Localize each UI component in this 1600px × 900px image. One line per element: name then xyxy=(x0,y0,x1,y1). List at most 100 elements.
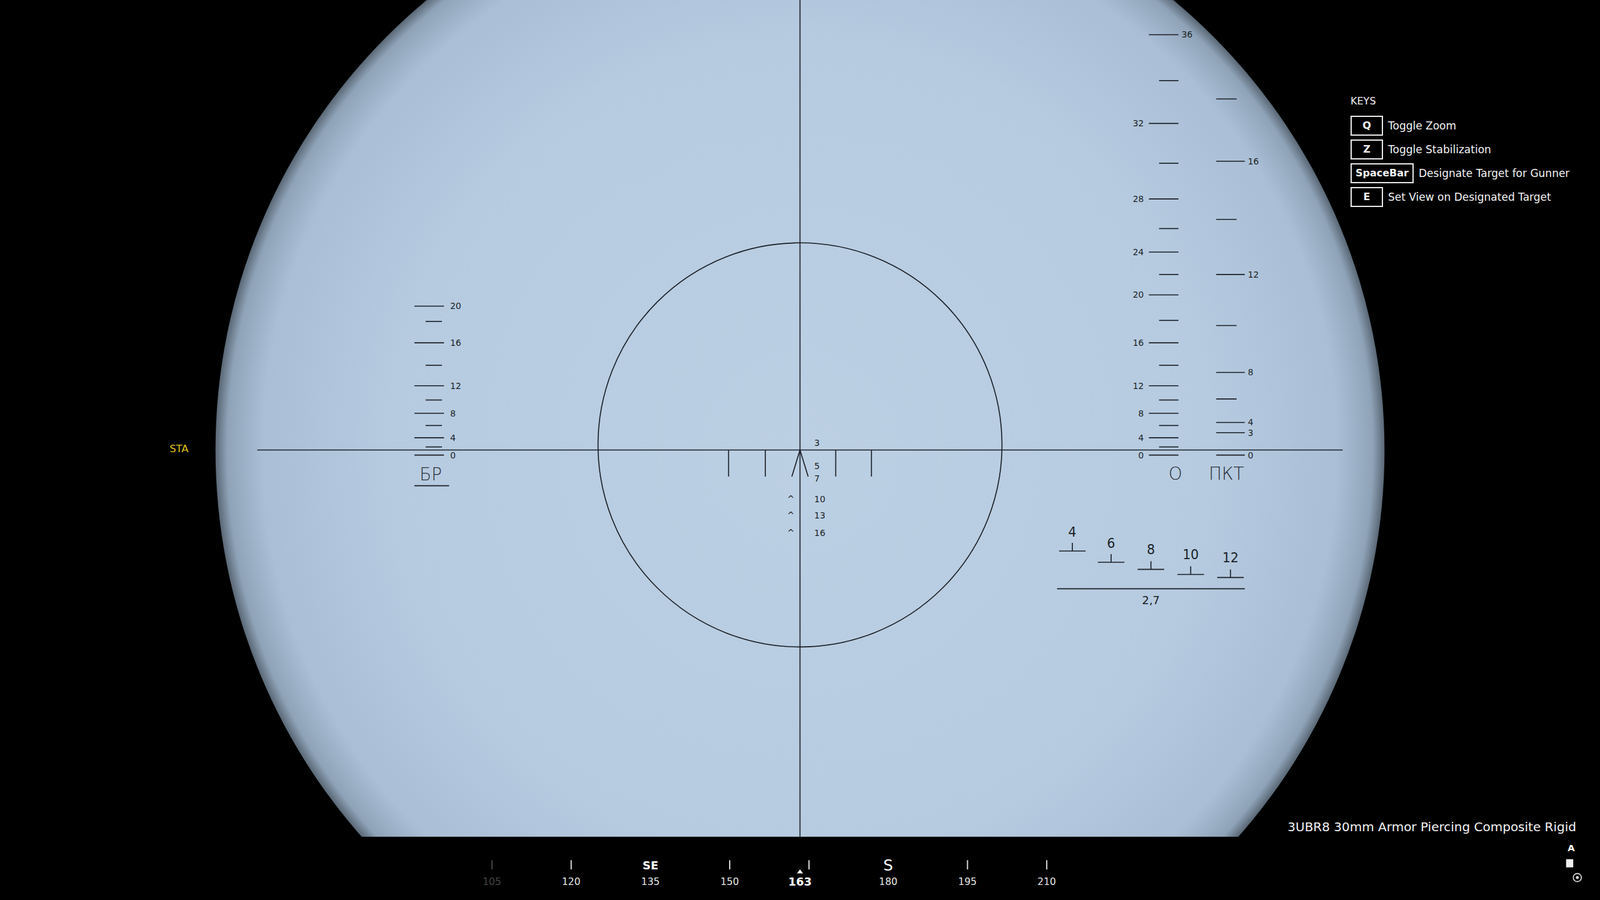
scale-label: 0 xyxy=(1247,450,1254,461)
scale-tick xyxy=(1148,385,1178,387)
key-hint: SpaceBar Designate Target for Gunner xyxy=(1350,163,1570,184)
lead-tick xyxy=(764,450,766,477)
compass-cardinal: S xyxy=(883,855,894,875)
key-label: Toggle Stabilization xyxy=(1388,143,1492,156)
scale-tick xyxy=(1216,398,1237,400)
stadia-label: 6 xyxy=(1107,535,1116,551)
key-cap: E xyxy=(1350,186,1384,207)
lead-tick xyxy=(727,450,730,477)
range-label: 3 xyxy=(814,437,820,448)
scale-label: 8 xyxy=(450,408,456,419)
compass-label: 195 xyxy=(958,875,978,888)
stabilization-label: STA xyxy=(169,442,189,455)
range-mark: 7 xyxy=(814,473,820,484)
scale-label: 8 xyxy=(1137,408,1144,419)
target-icon xyxy=(1573,873,1582,882)
scale-tick xyxy=(414,342,444,344)
aim-chevron xyxy=(791,450,808,477)
range-mark: 5 xyxy=(814,460,820,471)
scale-label: 3 xyxy=(1247,427,1254,438)
scale-tick xyxy=(1148,412,1178,414)
stadia-label: 4 xyxy=(1068,524,1077,540)
stadia-tick xyxy=(1150,560,1152,569)
compass-heading: 163 xyxy=(788,874,812,888)
key-hint: Z Toggle Stabilization xyxy=(1350,139,1570,160)
scale-label: 12 xyxy=(1247,269,1260,280)
scale-tick xyxy=(425,446,443,448)
scale-label: 4 xyxy=(450,432,456,443)
scale-name: БР xyxy=(419,463,443,485)
key-cap: SpaceBar xyxy=(1350,163,1414,184)
scale-tick xyxy=(1216,218,1237,221)
scale-tick xyxy=(1148,123,1178,125)
key-cap: Z xyxy=(1350,139,1384,160)
stadia-tick xyxy=(1071,542,1073,551)
scale-label: 16 xyxy=(1132,337,1145,348)
scale-name: О xyxy=(1168,463,1183,484)
lead-tick xyxy=(870,450,873,477)
elevation-scale: 36322824201612840О xyxy=(1132,29,1193,484)
scale-tick xyxy=(414,385,444,387)
stadia-tick xyxy=(1190,565,1192,574)
scope-lens xyxy=(215,0,1385,900)
scale-tick xyxy=(1216,273,1245,276)
compass-tick xyxy=(570,859,573,870)
stadia-label: 12 xyxy=(1222,550,1239,566)
range-chevron: ^ xyxy=(787,510,795,521)
compass-tick xyxy=(808,859,810,870)
scale-tick xyxy=(1216,160,1245,162)
range-label: 5 xyxy=(814,460,820,471)
compass-tick xyxy=(1046,859,1048,870)
range-label: 10 xyxy=(814,493,826,504)
key-label: Designate Target for Gunner xyxy=(1418,166,1570,180)
scale-label: 20 xyxy=(1132,289,1145,300)
scale-tick xyxy=(1159,162,1179,164)
ammo-label: 3UBR8 30mm Armor Piercing Composite Rigi… xyxy=(1287,819,1577,835)
target-dot-icon xyxy=(1575,875,1579,880)
key-hint: E Set View on Designated Target xyxy=(1350,186,1570,207)
range-mark: 3 xyxy=(814,437,820,448)
scale-label: 12 xyxy=(450,380,462,391)
compass: 105120SE135150S180195210163 xyxy=(482,855,1057,888)
scale-tick xyxy=(1159,80,1179,82)
key-label: Set View on Designated Target xyxy=(1388,190,1552,204)
compass-label: 180 xyxy=(879,875,898,888)
scale-tick xyxy=(1148,34,1178,36)
reticle-circle xyxy=(597,242,1002,647)
scale-tick xyxy=(425,425,443,427)
stadia-base-line xyxy=(1057,588,1245,590)
key-cap: Q xyxy=(1350,115,1384,136)
compass-label: 135 xyxy=(641,875,661,888)
scale-name: ПКТ xyxy=(1208,463,1245,484)
stadia-tick xyxy=(1229,568,1232,578)
range-chevron: ^ xyxy=(787,527,795,538)
crew-seat-icon xyxy=(1566,859,1574,868)
scale-tick xyxy=(1159,399,1179,401)
scale-tick xyxy=(414,437,444,439)
scale-tick xyxy=(1216,325,1237,327)
indicator-label: A xyxy=(1567,842,1575,853)
gunner-sight-screen: STA357^10^13^16201612840БР36322824201612… xyxy=(0,0,1600,900)
scale-tick xyxy=(1216,98,1237,100)
reticle xyxy=(257,0,1344,837)
scale-tick xyxy=(1148,454,1178,456)
compass-label: 105 xyxy=(482,875,502,888)
scale-tick xyxy=(1148,342,1178,344)
scale-tick xyxy=(1216,372,1245,374)
compass-cardinal: SE xyxy=(642,858,659,872)
scale-tick xyxy=(1159,446,1179,448)
compass-tick xyxy=(729,859,731,870)
stadia-rangefinder: 46810122,7 xyxy=(1057,524,1245,607)
scale-tick xyxy=(1216,454,1245,456)
scale-tick xyxy=(1148,198,1178,200)
scale-tick xyxy=(1159,425,1179,427)
compass-tick xyxy=(491,859,493,870)
stadia-label: 8 xyxy=(1146,542,1155,558)
scale-tick xyxy=(414,454,444,456)
compass-tick xyxy=(966,859,968,870)
scale-tick xyxy=(425,399,443,401)
scale-name-underline xyxy=(414,485,449,487)
scale-tick xyxy=(1159,273,1179,276)
scale-label: 4 xyxy=(1247,417,1254,428)
stadia-label: 10 xyxy=(1182,547,1199,563)
